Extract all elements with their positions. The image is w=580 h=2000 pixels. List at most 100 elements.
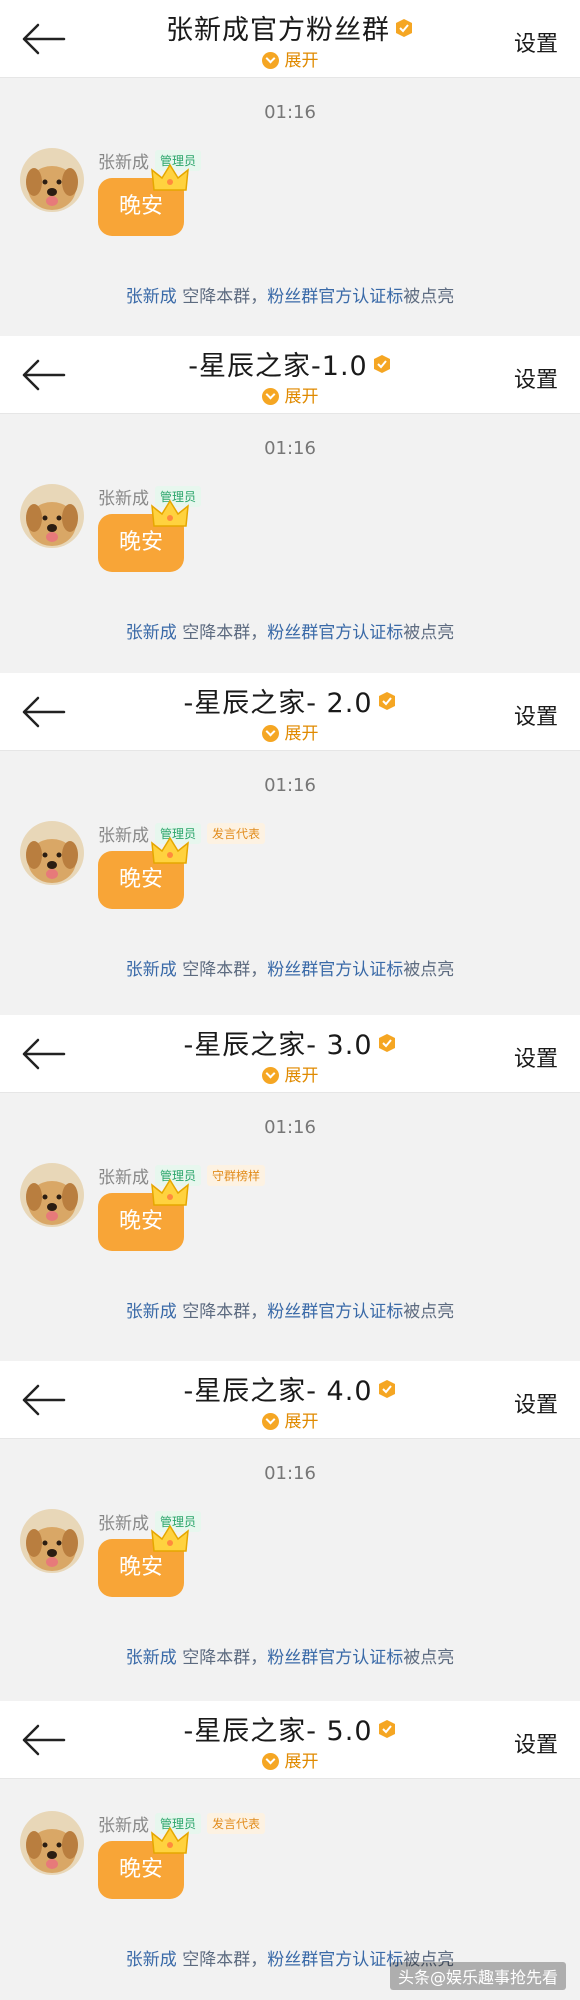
expand-label: 展开 [284, 1066, 319, 1086]
sender-name: 张新成 [98, 1816, 149, 1836]
expand-button[interactable]: 展开 [0, 1407, 580, 1432]
message-timestamp: 01:16 [264, 102, 316, 123]
notice-user-link[interactable]: 张新成 [126, 1648, 177, 1668]
settings-button[interactable]: 设置 [514, 1387, 558, 1419]
sender-name: 张新成 [98, 489, 149, 509]
system-notice: 张新成 空降本群，粉丝群官方认证标被点亮 [125, 287, 455, 307]
group-title: -星辰之家- 4.0 [183, 1376, 373, 1407]
dog-avatar-icon [20, 1811, 84, 1875]
chat-header: -星辰之家- 3.0 展开 设置 [0, 1015, 580, 1093]
crown-icon [151, 1524, 189, 1552]
settings-button[interactable]: 设置 [514, 699, 558, 731]
avatar[interactable] [20, 148, 84, 212]
notice-badge-link[interactable]: 粉丝群官方认证标 [267, 1648, 403, 1668]
sender-name: 张新成 [98, 153, 149, 173]
chevron-down-icon [261, 52, 279, 69]
chevron-down-icon [261, 1067, 279, 1084]
verified-badge-icon [378, 1719, 395, 1738]
verified-badge-icon [373, 354, 390, 373]
group-title-row: -星辰之家- 4.0 [0, 1369, 580, 1408]
notice-badge-link[interactable]: 粉丝群官方认证标 [267, 1302, 403, 1322]
settings-button[interactable]: 设置 [514, 26, 558, 58]
expand-label: 展开 [284, 1412, 319, 1432]
chevron-down-icon [261, 388, 279, 405]
notice-user-link[interactable]: 张新成 [126, 1302, 177, 1322]
crown-icon [151, 1826, 189, 1854]
group-title-row: -星辰之家- 5.0 [0, 1709, 580, 1748]
role-badge: 发言代表 [207, 823, 266, 844]
chat-header: 张新成官方粉丝群 展开 设置 [0, 0, 580, 78]
dog-avatar-icon [20, 484, 84, 548]
group-title-row: -星辰之家- 2.0 [0, 681, 580, 720]
message-timestamp: 01:16 [264, 1117, 316, 1138]
dog-avatar-icon [20, 821, 84, 885]
avatar[interactable] [20, 1163, 84, 1227]
system-notice: 张新成 空降本群，粉丝群官方认证标被点亮 [125, 960, 455, 980]
chat-header: -星辰之家- 2.0 展开 设置 [0, 673, 580, 751]
verified-badge-icon [378, 1379, 395, 1398]
group-title-row: -星辰之家-1.0 [0, 344, 580, 383]
crown-icon [151, 1178, 189, 1206]
group-title-row: 张新成官方粉丝群 [0, 8, 580, 47]
expand-label: 展开 [284, 51, 319, 71]
avatar[interactable] [20, 1509, 84, 1573]
chat-screen: -星辰之家-1.0 展开 设置 01:16 张新成 管理员 晚安 张新成 空降本群… [0, 336, 580, 673]
settings-button[interactable]: 设置 [514, 362, 558, 394]
dog-avatar-icon [20, 1509, 84, 1573]
notice-badge-link[interactable]: 粉丝群官方认证标 [267, 1950, 403, 1970]
chat-screen: -星辰之家- 2.0 展开 设置 01:16 张新成 管理员 发言代表 晚安 张新成… [0, 673, 580, 1015]
crown-icon [151, 163, 189, 191]
notice-user-link[interactable]: 张新成 [126, 623, 177, 643]
expand-label: 展开 [284, 724, 319, 744]
sender-name: 张新成 [98, 826, 149, 846]
expand-button[interactable]: 展开 [0, 1061, 580, 1086]
message-timestamp: 01:16 [264, 775, 316, 796]
system-notice: 张新成 空降本群，粉丝群官方认证标被点亮 [125, 1648, 455, 1668]
chevron-down-icon [261, 725, 279, 742]
crown-icon [151, 836, 189, 864]
sender-name: 张新成 [98, 1514, 149, 1534]
watermark: 头条@娱乐趣事抢先看 [389, 1962, 566, 1990]
settings-button[interactable]: 设置 [514, 1727, 558, 1759]
chat-screen: -星辰之家- 3.0 展开 设置 01:16 张新成 管理员 守群榜样 晚安 张新成… [0, 1015, 580, 1361]
group-title: -星辰之家- 2.0 [183, 688, 373, 719]
verified-badge-icon [378, 691, 395, 710]
chat-screen: -星辰之家- 5.0 展开 设置 张新成 管理员 发言代表 晚安 张新成 空降本群，… [0, 1701, 580, 2000]
avatar[interactable] [20, 821, 84, 885]
group-title: -星辰之家- 5.0 [183, 1716, 373, 1747]
dog-avatar-icon [20, 148, 84, 212]
expand-button[interactable]: 展开 [0, 382, 580, 407]
chat-screen: -星辰之家- 4.0 展开 设置 01:16 张新成 管理员 晚安 张新成 空降本… [0, 1361, 580, 1701]
group-title: 张新成官方粉丝群 [166, 15, 390, 46]
avatar[interactable] [20, 484, 84, 548]
expand-label: 展开 [284, 387, 319, 407]
sender-name: 张新成 [98, 1168, 149, 1188]
notice-user-link[interactable]: 张新成 [126, 287, 177, 307]
chat-header: -星辰之家- 5.0 展开 设置 [0, 1701, 580, 1779]
notice-badge-link[interactable]: 粉丝群官方认证标 [267, 960, 403, 980]
chat-header: -星辰之家- 4.0 展开 设置 [0, 1361, 580, 1439]
avatar[interactable] [20, 1811, 84, 1875]
crown-icon [151, 499, 189, 527]
role-badge: 守群榜样 [207, 1165, 266, 1186]
expand-button[interactable]: 展开 [0, 46, 580, 71]
expand-label: 展开 [284, 1752, 319, 1772]
expand-button[interactable]: 展开 [0, 719, 580, 744]
role-badge: 发言代表 [207, 1813, 266, 1834]
expand-button[interactable]: 展开 [0, 1747, 580, 1772]
notice-user-link[interactable]: 张新成 [126, 1950, 177, 1970]
notice-user-link[interactable]: 张新成 [126, 960, 177, 980]
verified-badge-icon [378, 1033, 395, 1052]
message-timestamp: 01:16 [264, 1463, 316, 1484]
group-title: -星辰之家- 3.0 [183, 1030, 373, 1061]
notice-badge-link[interactable]: 粉丝群官方认证标 [267, 287, 403, 307]
system-notice: 张新成 空降本群，粉丝群官方认证标被点亮 [125, 1302, 455, 1322]
chevron-down-icon [261, 1413, 279, 1430]
dog-avatar-icon [20, 1163, 84, 1227]
chat-header: -星辰之家-1.0 展开 设置 [0, 336, 580, 414]
group-title: -星辰之家-1.0 [188, 351, 368, 382]
verified-badge-icon [396, 18, 412, 37]
group-title-row: -星辰之家- 3.0 [0, 1023, 580, 1062]
notice-badge-link[interactable]: 粉丝群官方认证标 [267, 623, 403, 643]
settings-button[interactable]: 设置 [514, 1041, 558, 1073]
